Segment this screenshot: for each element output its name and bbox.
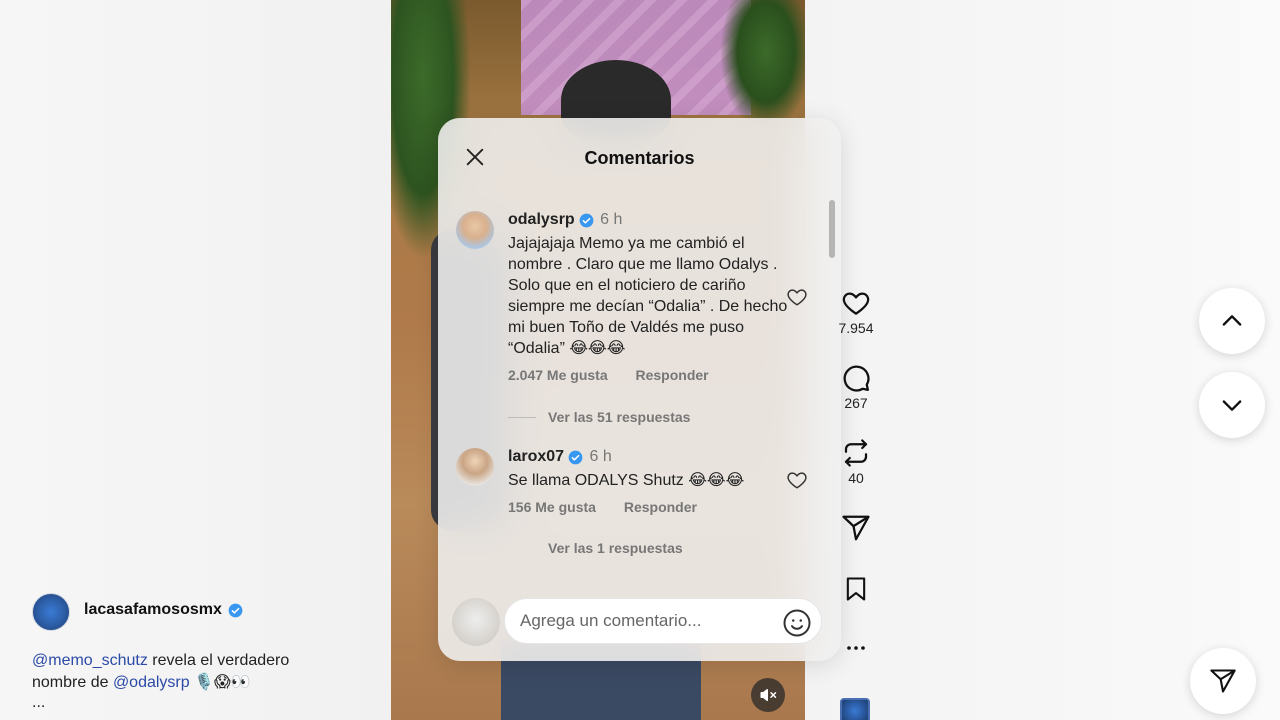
comment-body: larox07 6 h Se llama ODALYS Shutz 😂😂😂 15… xyxy=(508,448,788,515)
caption-more-button[interactable]: ... xyxy=(32,694,45,712)
reply-button[interactable]: Responder xyxy=(636,367,709,383)
view-replies-button[interactable]: Ver las 51 respuestas xyxy=(508,409,690,425)
panel-title: Comentarios xyxy=(584,148,695,168)
mute-button[interactable] xyxy=(751,678,785,712)
author-name[interactable]: lacasafamososmx xyxy=(84,601,243,619)
comment-time: 6 h xyxy=(600,211,623,228)
mention-link[interactable]: @odalysrp xyxy=(113,674,190,691)
view-replies-button[interactable]: Ver las 1 respuestas xyxy=(548,540,683,556)
comment-text: Se llama ODALYS Shutz 😂😂😂 xyxy=(508,472,745,489)
send-icon[interactable] xyxy=(841,513,871,543)
comment-time: 6 h xyxy=(589,448,612,465)
repost-icon[interactable] xyxy=(841,438,871,468)
comments-header: Comentarios xyxy=(438,118,841,198)
like-comment-heart-icon[interactable] xyxy=(786,469,808,491)
view-replies-label[interactable]: Ver las 1 respuestas xyxy=(548,540,683,556)
video-scene-plant xyxy=(721,0,805,130)
likes-count[interactable]: 7.954 xyxy=(836,320,876,336)
comment-input[interactable] xyxy=(504,598,822,644)
view-replies-label[interactable]: Ver las 51 respuestas xyxy=(548,409,690,425)
reposts-count[interactable]: 40 xyxy=(836,470,876,486)
divider xyxy=(508,416,536,418)
messages-button[interactable] xyxy=(1190,648,1256,714)
like-action[interactable]: 7.954 xyxy=(836,288,876,336)
author-avatar[interactable] xyxy=(32,593,70,631)
previous-reel-button[interactable] xyxy=(1199,288,1265,354)
chevron-down-icon xyxy=(1222,400,1242,411)
username-text[interactable]: larox07 xyxy=(508,448,564,466)
reply-button[interactable]: Responder xyxy=(624,499,697,515)
current-user-avatar xyxy=(452,598,500,646)
audio-thumbnail[interactable] xyxy=(840,698,870,720)
comment-likes[interactable]: 2.047 Me gusta xyxy=(508,367,608,383)
author-username[interactable]: lacasafamososmx xyxy=(84,601,222,619)
share-action[interactable] xyxy=(836,513,876,543)
comment-composer xyxy=(438,580,841,661)
speaker-muted-icon xyxy=(760,689,777,701)
comments-scrollbar[interactable] xyxy=(828,200,836,580)
bookmark-icon[interactable] xyxy=(842,575,870,603)
repost-action[interactable]: 40 xyxy=(836,438,876,486)
comments-panel: Comentarios odalysrp 6 h Jajajajaja Memo… xyxy=(438,118,841,661)
avatar[interactable] xyxy=(456,448,494,486)
caption-text: 🎙️😱👀 xyxy=(189,674,251,691)
post-caption: @memo_schutz revela el verdadero nombre … xyxy=(32,650,332,694)
heart-icon[interactable] xyxy=(841,288,871,318)
comment-username[interactable]: larox07 xyxy=(508,448,583,466)
username-text[interactable]: odalysrp xyxy=(508,211,575,229)
avatar[interactable] xyxy=(456,211,494,249)
comment-text: Jajajajaja Memo ya me cambió el nombre .… xyxy=(508,235,788,357)
chevron-up-icon xyxy=(1222,315,1242,326)
page-background-right xyxy=(805,0,1280,720)
more-options-button[interactable] xyxy=(836,636,876,660)
comments-count[interactable]: 267 xyxy=(836,395,876,411)
comment-body: odalysrp 6 h Jajajajaja Memo ya me cambi… xyxy=(508,211,788,383)
scroll-thumb[interactable] xyxy=(829,200,835,258)
emoji-icon[interactable] xyxy=(782,608,812,638)
comment-likes[interactable]: 156 Me gusta xyxy=(508,499,596,515)
mention-link[interactable]: @memo_schutz xyxy=(32,652,148,669)
comment-username[interactable]: odalysrp xyxy=(508,211,594,229)
next-reel-button[interactable] xyxy=(1199,372,1265,438)
verified-badge-icon xyxy=(579,213,594,227)
comment-meta: 156 Me gusta Responder xyxy=(508,499,788,515)
comment-bubble-icon[interactable] xyxy=(841,363,871,393)
save-action[interactable] xyxy=(836,575,876,603)
verified-badge-icon xyxy=(228,603,243,617)
comment-meta: 2.047 Me gusta Responder xyxy=(508,367,788,383)
like-comment-heart-icon[interactable] xyxy=(786,286,808,308)
verified-badge-icon xyxy=(568,450,583,464)
send-icon xyxy=(1210,669,1236,693)
comment-action[interactable]: 267 xyxy=(836,363,876,411)
more-horizontal-icon[interactable] xyxy=(844,636,868,660)
